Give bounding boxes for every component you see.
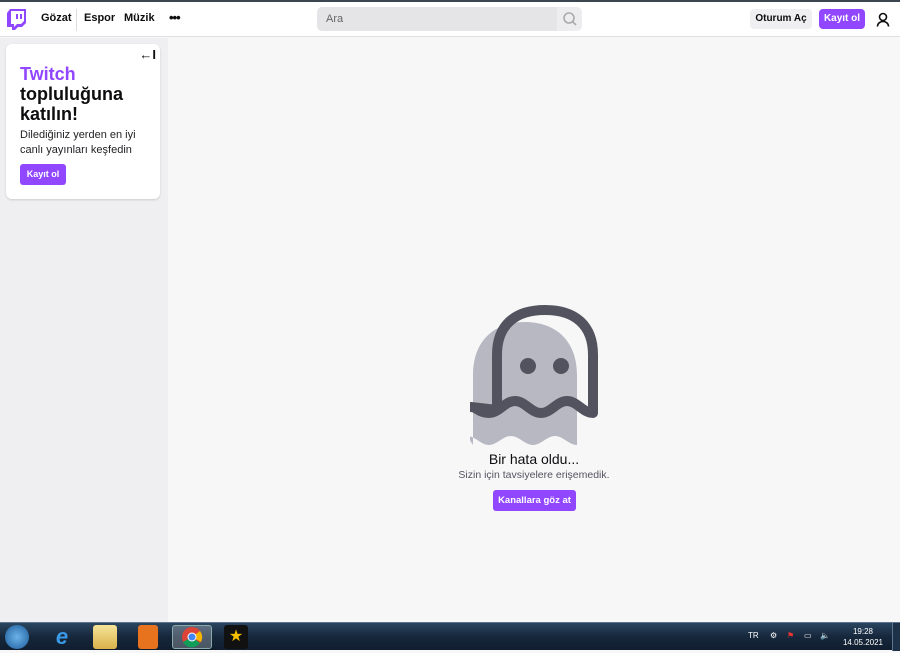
browse-channels-button[interactable]: Kanallara göz at xyxy=(493,490,576,511)
clock[interactable]: 19:28 14.05.2021 xyxy=(838,626,888,648)
signup-button[interactable]: Kayıt ol xyxy=(819,9,865,29)
clock-time: 19:28 xyxy=(852,627,874,636)
nav-esports[interactable]: Espor xyxy=(84,12,115,24)
top-nav: Gözat Espor Müzik ••• Oturum Aç Kayıt ol xyxy=(0,2,900,37)
language-indicator[interactable]: TR xyxy=(748,631,759,640)
more-menu-button[interactable]: ••• xyxy=(169,10,181,25)
join-title-rest: topluluğuna katılın! xyxy=(20,84,123,124)
show-desktop-button[interactable] xyxy=(892,623,900,651)
internet-explorer-icon[interactable]: e xyxy=(50,625,74,649)
search-icon xyxy=(563,12,577,26)
ghost-error-icon xyxy=(470,305,598,445)
chrome-taskbar-button[interactable] xyxy=(172,625,212,649)
join-description: Dilediğiniz yerden en iyi canlı yayınlar… xyxy=(20,129,136,156)
login-button[interactable]: Oturum Aç xyxy=(750,9,812,29)
volume-icon[interactable]: 🔈 xyxy=(820,631,830,640)
collapse-sidebar-icon[interactable]: ←I xyxy=(139,47,156,62)
windows-taskbar: e ★ TR ⚙ ⚑ ▭ 🔈 19:28 14.05.2021 xyxy=(0,622,900,651)
error-title: Bir hata oldu... xyxy=(488,451,580,467)
start-button-icon[interactable] xyxy=(5,625,29,649)
nav-music[interactable]: Müzik xyxy=(124,12,155,24)
search-button[interactable] xyxy=(557,7,582,31)
twitch-logo-icon[interactable] xyxy=(7,9,26,30)
join-title-brand: Twitch xyxy=(20,64,76,84)
join-community-card: ←I Twitch topluluğuna katılın! Dilediğini… xyxy=(6,44,160,199)
file-explorer-icon[interactable] xyxy=(93,625,117,649)
movie-maker-icon[interactable]: ★ xyxy=(224,625,248,649)
media-player-icon[interactable] xyxy=(138,625,158,649)
display-tray-icon[interactable]: ▭ xyxy=(804,631,812,640)
search-input[interactable] xyxy=(317,7,557,31)
nav-browse[interactable]: Gözat xyxy=(41,12,72,24)
sidebar: ←I Twitch topluluğuna katılın! Dilediğini… xyxy=(0,38,168,622)
sidebar-signup-button[interactable]: Kayıt ol xyxy=(20,164,66,185)
chrome-icon xyxy=(182,627,203,648)
action-center-icon[interactable]: ⚑ xyxy=(787,631,794,640)
nav-divider xyxy=(76,9,77,31)
join-title: Twitch topluluğuna katılın! xyxy=(20,64,150,124)
user-icon[interactable] xyxy=(876,12,890,27)
clock-date: 14.05.2021 xyxy=(842,638,884,647)
error-subtitle: Sizin için tavsiyelere erişemedik. xyxy=(458,469,610,481)
network-tray-icon[interactable]: ⚙ xyxy=(770,631,777,640)
